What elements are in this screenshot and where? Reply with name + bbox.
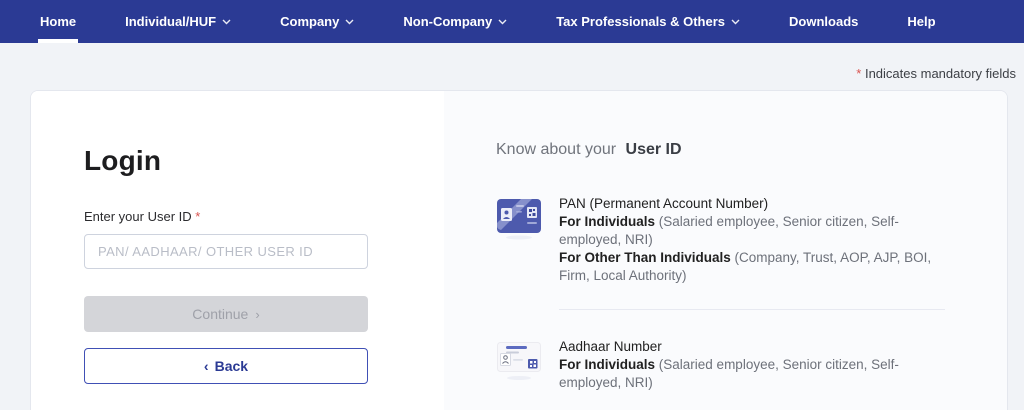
required-asterisk: * <box>856 66 862 81</box>
nav-item-individual-huf[interactable]: Individual/HUF <box>125 0 231 43</box>
top-navbar: Home Individual/HUF Company Non-Company … <box>0 0 1024 43</box>
chevron-right-icon: › <box>255 307 260 322</box>
chevron-down-icon <box>498 19 507 25</box>
mandatory-fields-text: Indicates mandatory fields <box>864 66 1016 81</box>
nav-item-downloads[interactable]: Downloads <box>789 0 858 43</box>
back-button[interactable]: ‹ Back <box>84 348 368 384</box>
list-item-pan: PAN (Permanent Account Number) For Indiv… <box>496 195 1007 285</box>
pan-other-than-individuals-line: For Other Than Individuals (Company, Tru… <box>559 250 932 283</box>
nav-item-label: Company <box>280 14 340 29</box>
chevron-down-icon <box>222 19 231 25</box>
continue-button[interactable]: Continue › <box>84 296 368 332</box>
know-about-heading: Know about your User ID <box>496 141 682 158</box>
nav-item-help[interactable]: Help <box>907 0 935 43</box>
pan-card-icon <box>496 195 542 285</box>
mandatory-fields-note: * Indicates mandatory fields <box>856 66 1016 81</box>
nav-item-label: Individual/HUF <box>125 14 217 29</box>
page-title: Login <box>84 145 162 176</box>
login-card: Login Enter your User ID * Continue› ‹Ba… <box>30 90 1008 410</box>
nav-item-label: Non-Company <box>403 14 493 29</box>
chevron-down-icon <box>731 19 740 25</box>
divider <box>559 309 945 310</box>
nav-item-label: Help <box>907 14 936 29</box>
list-item-aadhaar: Aadhaar Number For Individuals (Salaried… <box>496 338 1007 392</box>
nav-item-non-company[interactable]: Non-Company <box>403 0 507 43</box>
nav-item-label: Home <box>40 14 77 29</box>
chevron-down-icon <box>345 19 354 25</box>
aadhaar-description: Aadhaar Number For Individuals (Salaried… <box>559 338 947 392</box>
aadhaar-card-icon <box>496 338 542 392</box>
pan-individuals-line: For Individuals (Salaried employee, Seni… <box>559 214 899 247</box>
pan-description: PAN (Permanent Account Number) For Indiv… <box>559 195 947 285</box>
user-id-label: Enter your User ID * <box>84 209 201 224</box>
nav-item-label: Tax Professionals & Others <box>556 14 726 29</box>
know-about-section: Know about your User ID PAN (Permanent A… <box>444 91 1007 410</box>
nav-item-company[interactable]: Company <box>280 0 354 43</box>
pan-title: PAN (Permanent Account Number) <box>559 196 769 211</box>
aadhaar-individuals-line: For Individuals (Salaried employee, Seni… <box>559 357 899 390</box>
login-form-section: Login Enter your User ID * Continue› ‹Ba… <box>31 91 444 410</box>
user-id-input[interactable] <box>84 234 368 269</box>
required-asterisk: * <box>195 209 201 224</box>
aadhaar-title: Aadhaar Number <box>559 339 662 354</box>
nav-item-tax-professionals[interactable]: Tax Professionals & Others <box>556 0 740 43</box>
nav-item-home[interactable]: Home <box>37 0 79 43</box>
nav-item-label: Downloads <box>789 14 859 29</box>
chevron-left-icon: ‹ <box>203 358 209 374</box>
